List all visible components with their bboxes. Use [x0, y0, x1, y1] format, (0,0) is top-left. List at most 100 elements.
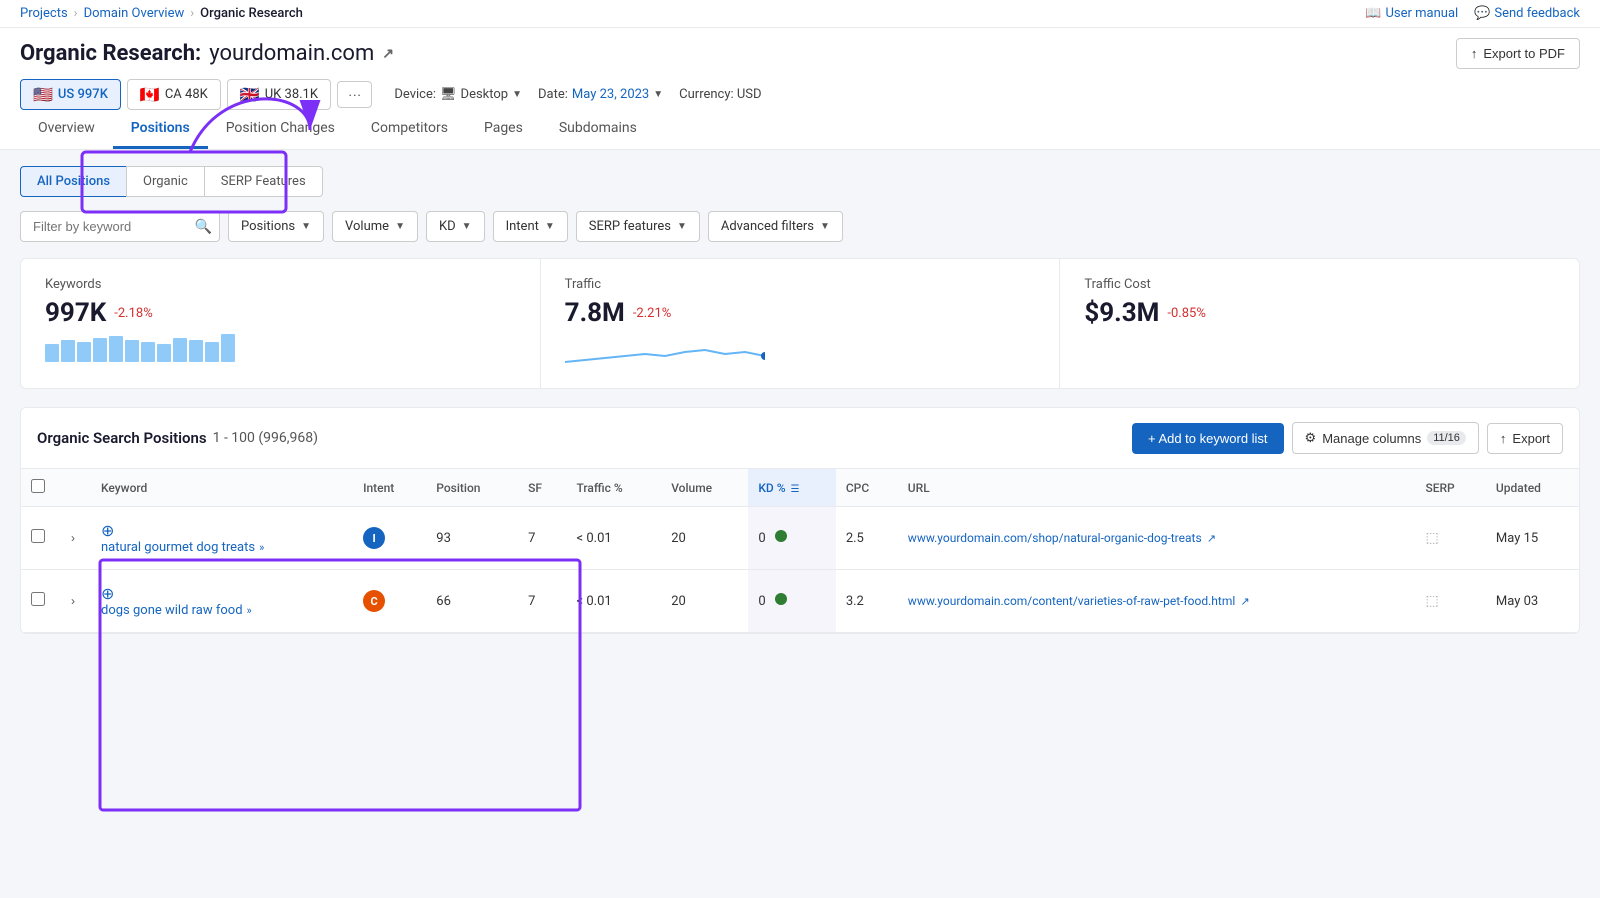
- export-pdf-button[interactable]: ↑ Export to PDF: [1456, 38, 1580, 69]
- manage-columns-button[interactable]: ⚙ Manage columns 11/16: [1292, 422, 1479, 454]
- cpc-header[interactable]: CPC: [836, 469, 898, 507]
- country-tabs-row: 🇺🇸 US 997K 🇨🇦 CA 48K 🇬🇧 UK 38.1K ··· Dev…: [20, 79, 1580, 110]
- country-tab-uk[interactable]: 🇬🇧 UK 38.1K: [227, 79, 331, 110]
- nav-overview[interactable]: Overview: [20, 110, 113, 149]
- traffic-cost-value: $9.3M -0.85%: [1084, 298, 1555, 328]
- nav-subdomains[interactable]: Subdomains: [541, 110, 655, 149]
- row2-position-cell: 66: [426, 570, 518, 633]
- sub-tab-organic[interactable]: Organic: [126, 166, 204, 197]
- row1-keyword-link[interactable]: natural gourmet dog treats »: [101, 540, 343, 555]
- date-selector[interactable]: Date: May 23, 2023 ▼: [538, 87, 663, 102]
- country-tab-us[interactable]: 🇺🇸 US 997K: [20, 79, 121, 110]
- top-bar: Projects › Domain Overview › Organic Res…: [0, 0, 1600, 28]
- user-manual-link[interactable]: 📖 User manual: [1365, 6, 1458, 21]
- intent-chevron-icon: ▼: [545, 221, 555, 232]
- traffic-pct-header[interactable]: Traffic %: [567, 469, 662, 507]
- sort-icon: ☰: [791, 484, 800, 495]
- row1-url-cell: www.yourdomain.com/shop/natural-organic-…: [898, 507, 1416, 570]
- nav-pages[interactable]: Pages: [466, 110, 541, 149]
- sf-header[interactable]: SF: [518, 469, 566, 507]
- positions-filter[interactable]: Positions ▼: [228, 211, 324, 242]
- more-countries-button[interactable]: ···: [337, 81, 372, 108]
- search-icon[interactable]: 🔍: [195, 219, 212, 235]
- bar: [205, 342, 219, 362]
- traffic-change: -2.21%: [633, 306, 671, 321]
- row2-serp-icon[interactable]: ⬚: [1425, 593, 1438, 609]
- row1-keyword-cell: ⊕ natural gourmet dog treats »: [91, 507, 353, 570]
- select-all-header: [21, 469, 55, 507]
- volume-filter[interactable]: Volume ▼: [332, 211, 418, 242]
- traffic-value: 7.8M -2.21%: [565, 298, 1036, 328]
- nav-position-changes[interactable]: Position Changes: [208, 110, 353, 149]
- row2-url-link[interactable]: www.yourdomain.com/content/varieties-of-…: [908, 594, 1235, 608]
- filter-bar: 🔍 Positions ▼ Volume ▼ KD ▼ Intent ▼ SER…: [20, 211, 1580, 242]
- breadcrumb: Projects › Domain Overview › Organic Res…: [20, 6, 303, 21]
- keyword-header[interactable]: Keyword: [91, 469, 353, 507]
- row2-url-cell: www.yourdomain.com/content/varieties-of-…: [898, 570, 1416, 633]
- bar: [173, 338, 187, 362]
- nav-competitors[interactable]: Competitors: [353, 110, 466, 149]
- updated-header[interactable]: Updated: [1486, 469, 1579, 507]
- country-tab-ca[interactable]: 🇨🇦 CA 48K: [127, 79, 221, 110]
- table-row: › ⊕ natural gourmet dog treats » I 93 7: [21, 507, 1579, 570]
- row2-expand-button[interactable]: ›: [65, 592, 81, 610]
- date-label: Date:: [538, 87, 568, 102]
- bar: [77, 342, 91, 362]
- row2-checkbox-cell: [21, 570, 55, 633]
- row1-expand-cell: ›: [55, 507, 91, 570]
- row1-intent-cell: I: [353, 507, 426, 570]
- row1-url-link[interactable]: www.yourdomain.com/shop/natural-organic-…: [908, 531, 1202, 545]
- traffic-label: Traffic: [565, 277, 1036, 292]
- row2-updated-cell: May 03: [1486, 570, 1579, 633]
- sub-tab-all-positions[interactable]: All Positions: [20, 166, 126, 197]
- position-header[interactable]: Position: [426, 469, 518, 507]
- row2-checkbox[interactable]: [31, 592, 45, 606]
- url-header[interactable]: URL: [898, 469, 1416, 507]
- row1-checkbox-cell: [21, 507, 55, 570]
- row1-expand-button[interactable]: ›: [65, 529, 81, 547]
- main-content: All Positions Organic SERP Features 🔍 Po…: [0, 150, 1600, 650]
- upload-icon: ↑: [1471, 46, 1478, 61]
- row2-cpc-cell: 3.2: [836, 570, 898, 633]
- intent-filter[interactable]: Intent ▼: [493, 211, 568, 242]
- row1-kd-cell: 0: [748, 507, 836, 570]
- kd-header[interactable]: KD % ☰: [748, 469, 836, 507]
- kd-chevron-icon: ▼: [462, 221, 472, 232]
- main-nav: Overview Positions Position Changes Comp…: [20, 110, 1580, 149]
- nav-positions[interactable]: Positions: [113, 110, 208, 149]
- export-table-button[interactable]: ↑ Export: [1487, 423, 1563, 454]
- keywords-chart: [45, 334, 516, 362]
- select-all-checkbox[interactable]: [31, 479, 45, 493]
- row1-updated-cell: May 15: [1486, 507, 1579, 570]
- bar: [109, 336, 123, 362]
- bar: [61, 340, 75, 362]
- row2-keyword-cell: ⊕ dogs gone wild raw food »: [91, 570, 353, 633]
- currency-display: Currency: USD: [679, 87, 761, 102]
- traffic-metric: Traffic 7.8M -2.21%: [541, 259, 1061, 388]
- row2-kd-cell: 0: [748, 570, 836, 633]
- send-feedback-link[interactable]: 💬 Send feedback: [1474, 6, 1580, 21]
- device-label: Device:: [394, 87, 436, 102]
- row1-traffic-pct-cell: < 0.01: [567, 507, 662, 570]
- traffic-cost-label: Traffic Cost: [1084, 277, 1555, 292]
- device-selector[interactable]: Device: 🖥 Desktop ▼: [394, 87, 522, 102]
- row1-serp-icon[interactable]: ⬚: [1425, 530, 1438, 546]
- keyword-filter-input[interactable]: [20, 211, 220, 242]
- sub-tabs: All Positions Organic SERP Features: [20, 166, 1580, 197]
- breadcrumb-projects[interactable]: Projects: [20, 6, 68, 21]
- row2-expand-cell: ›: [55, 570, 91, 633]
- advanced-filters[interactable]: Advanced filters ▼: [708, 211, 843, 242]
- intent-header[interactable]: Intent: [353, 469, 426, 507]
- sub-tab-serp-features[interactable]: SERP Features: [204, 166, 323, 197]
- serp-features-filter[interactable]: SERP features ▼: [576, 211, 700, 242]
- breadcrumb-domain-overview[interactable]: Domain Overview: [84, 6, 185, 21]
- page-title: Organic Research: yourdomain.com ↗: [20, 41, 394, 66]
- volume-header[interactable]: Volume: [661, 469, 748, 507]
- row1-checkbox[interactable]: [31, 529, 45, 543]
- serp-header[interactable]: SERP: [1415, 469, 1485, 507]
- row2-keyword-link[interactable]: dogs gone wild raw food »: [101, 603, 343, 618]
- add-to-keyword-list-button[interactable]: + Add to keyword list: [1132, 423, 1284, 454]
- kd-filter[interactable]: KD ▼: [426, 211, 485, 242]
- external-link-icon[interactable]: ↗: [382, 46, 394, 62]
- serp-features-chevron-icon: ▼: [677, 221, 687, 232]
